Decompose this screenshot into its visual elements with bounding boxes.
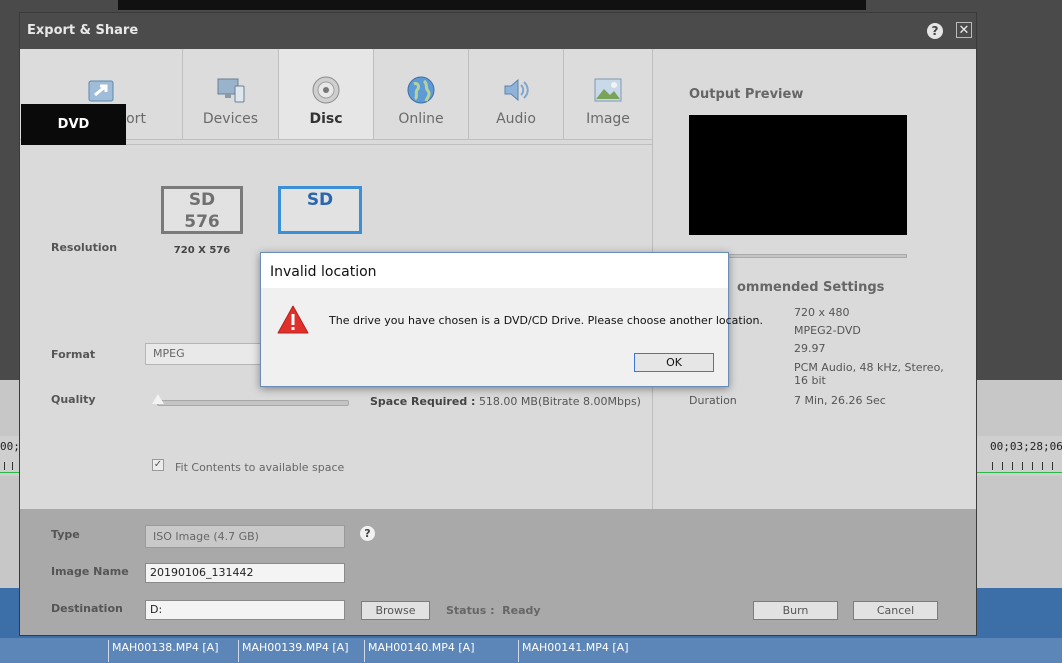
help-icon[interactable]: ? <box>927 23 943 39</box>
resolution-sd576-option[interactable]: SD 576 <box>161 186 243 234</box>
subtab-divider <box>126 144 652 145</box>
ruler-tick <box>12 462 13 470</box>
tab-label: Image <box>586 111 630 127</box>
burn-button[interactable]: Burn <box>753 601 838 620</box>
timecode-left: 00; <box>0 440 20 453</box>
space-required-value: 518.00 MB(Bitrate 8.00Mbps) <box>478 395 641 408</box>
status-value: Ready <box>502 604 541 617</box>
devices-icon <box>217 78 244 103</box>
type-label: Type <box>51 528 80 541</box>
cancel-button[interactable]: Cancel <box>853 601 938 620</box>
ruler-tick <box>1052 462 1053 470</box>
ruler-tick <box>1022 462 1023 470</box>
image-name-input[interactable]: 20190106_131442 <box>145 563 345 583</box>
tab-label: Online <box>398 111 444 127</box>
quality-label: Quality <box>51 393 96 406</box>
destination-label: Destination <box>51 602 123 615</box>
output-preview-screen <box>689 115 907 235</box>
quality-slider-thumb[interactable] <box>152 394 164 404</box>
image-icon <box>594 78 622 102</box>
output-preview-title: Output Preview <box>689 87 804 102</box>
resolution-sd480-option[interactable]: SD <box>278 186 362 234</box>
timeline-clip[interactable]: MAH00140.MP4 [A] <box>364 640 475 662</box>
status-text: Status : Ready <box>446 604 541 617</box>
warning-icon <box>277 305 309 334</box>
ruler-tick <box>4 462 5 470</box>
quick-export-icon <box>88 80 114 102</box>
recommended-settings-title: ommended Settings <box>737 280 885 295</box>
image-name-label: Image Name <box>51 565 129 578</box>
quality-slider[interactable] <box>157 400 349 406</box>
subtab-dvd[interactable]: DVD <box>21 104 126 145</box>
resolution-line1: SD <box>188 190 216 210</box>
tab-label: Devices <box>202 111 259 127</box>
tab-label: Audio <box>496 111 536 127</box>
close-icon[interactable]: ✕ <box>956 22 972 38</box>
type-help-icon[interactable]: ? <box>360 526 375 541</box>
space-required: Space Required : 518.00 MB(Bitrate 8.00M… <box>370 395 641 408</box>
timeline-clip[interactable]: MAH00138.MP4 [A] <box>108 640 219 662</box>
modal-titlebar[interactable]: Invalid location <box>261 253 728 288</box>
fit-contents-label: Fit Contents to available space <box>175 461 345 474</box>
invalid-location-dialog: Invalid location The drive you have chos… <box>260 252 763 387</box>
timeline-clip[interactable]: MAH00141.MP4 [A] <box>518 640 629 662</box>
setting-value: 29.97 <box>794 342 826 355</box>
disc-icon <box>312 76 340 104</box>
tab-devices[interactable]: Devices <box>183 49 279 139</box>
timeline-clip[interactable]: MAH00139.MP4 [A] <box>238 640 349 662</box>
dialog-title: Export & Share <box>27 23 139 38</box>
modal-message: The drive you have chosen is a DVD/CD Dr… <box>329 314 763 327</box>
setting-value: 720 x 480 <box>794 306 850 319</box>
setting-key: Duration <box>689 394 737 407</box>
resolution-line2: 576 <box>184 212 220 232</box>
destination-input[interactable]: D: <box>145 600 345 620</box>
setting-value: PCM Audio, 48 kHz, Stereo, 16 bit <box>794 361 944 387</box>
ruler-tick <box>1012 462 1013 470</box>
ruler-tick <box>1002 462 1003 470</box>
format-label: Format <box>51 348 96 361</box>
resolution-sd576-caption: 720 X 576 <box>173 245 231 256</box>
tab-audio[interactable]: Audio <box>469 49 564 139</box>
browse-button[interactable]: Browse <box>361 601 430 620</box>
ruler-tick <box>1042 462 1043 470</box>
fit-contents-checkbox[interactable]: ✓ <box>152 459 164 471</box>
timecode-right: 00;03;28;06 <box>990 440 1062 453</box>
type-select[interactable]: ISO Image (4.7 GB) <box>145 525 345 548</box>
ruler-tick <box>992 462 993 470</box>
status-label: Status : <box>446 604 495 617</box>
dialog-titlebar[interactable]: Export & Share ? ✕ <box>20 13 976 49</box>
space-required-label: Space Required : <box>370 395 476 408</box>
format-select[interactable]: MPEG <box>145 343 265 365</box>
tab-image[interactable]: Image <box>564 49 652 139</box>
speaker-icon <box>504 78 529 102</box>
setting-value: 7 Min, 26.26 Sec <box>794 394 886 407</box>
ok-button[interactable]: OK <box>634 353 714 372</box>
modal-title: Invalid location <box>270 264 377 280</box>
setting-value: MPEG2-DVD <box>794 324 861 337</box>
resolution-label: Resolution <box>51 241 118 254</box>
tab-label: Disc <box>309 111 343 127</box>
resolution-line1: SD <box>306 190 334 210</box>
globe-icon <box>407 76 435 104</box>
tab-disc[interactable]: Disc <box>279 49 374 139</box>
background-monitor <box>118 0 866 10</box>
tab-online[interactable]: Online <box>374 49 469 139</box>
ruler-tick <box>1032 462 1033 470</box>
